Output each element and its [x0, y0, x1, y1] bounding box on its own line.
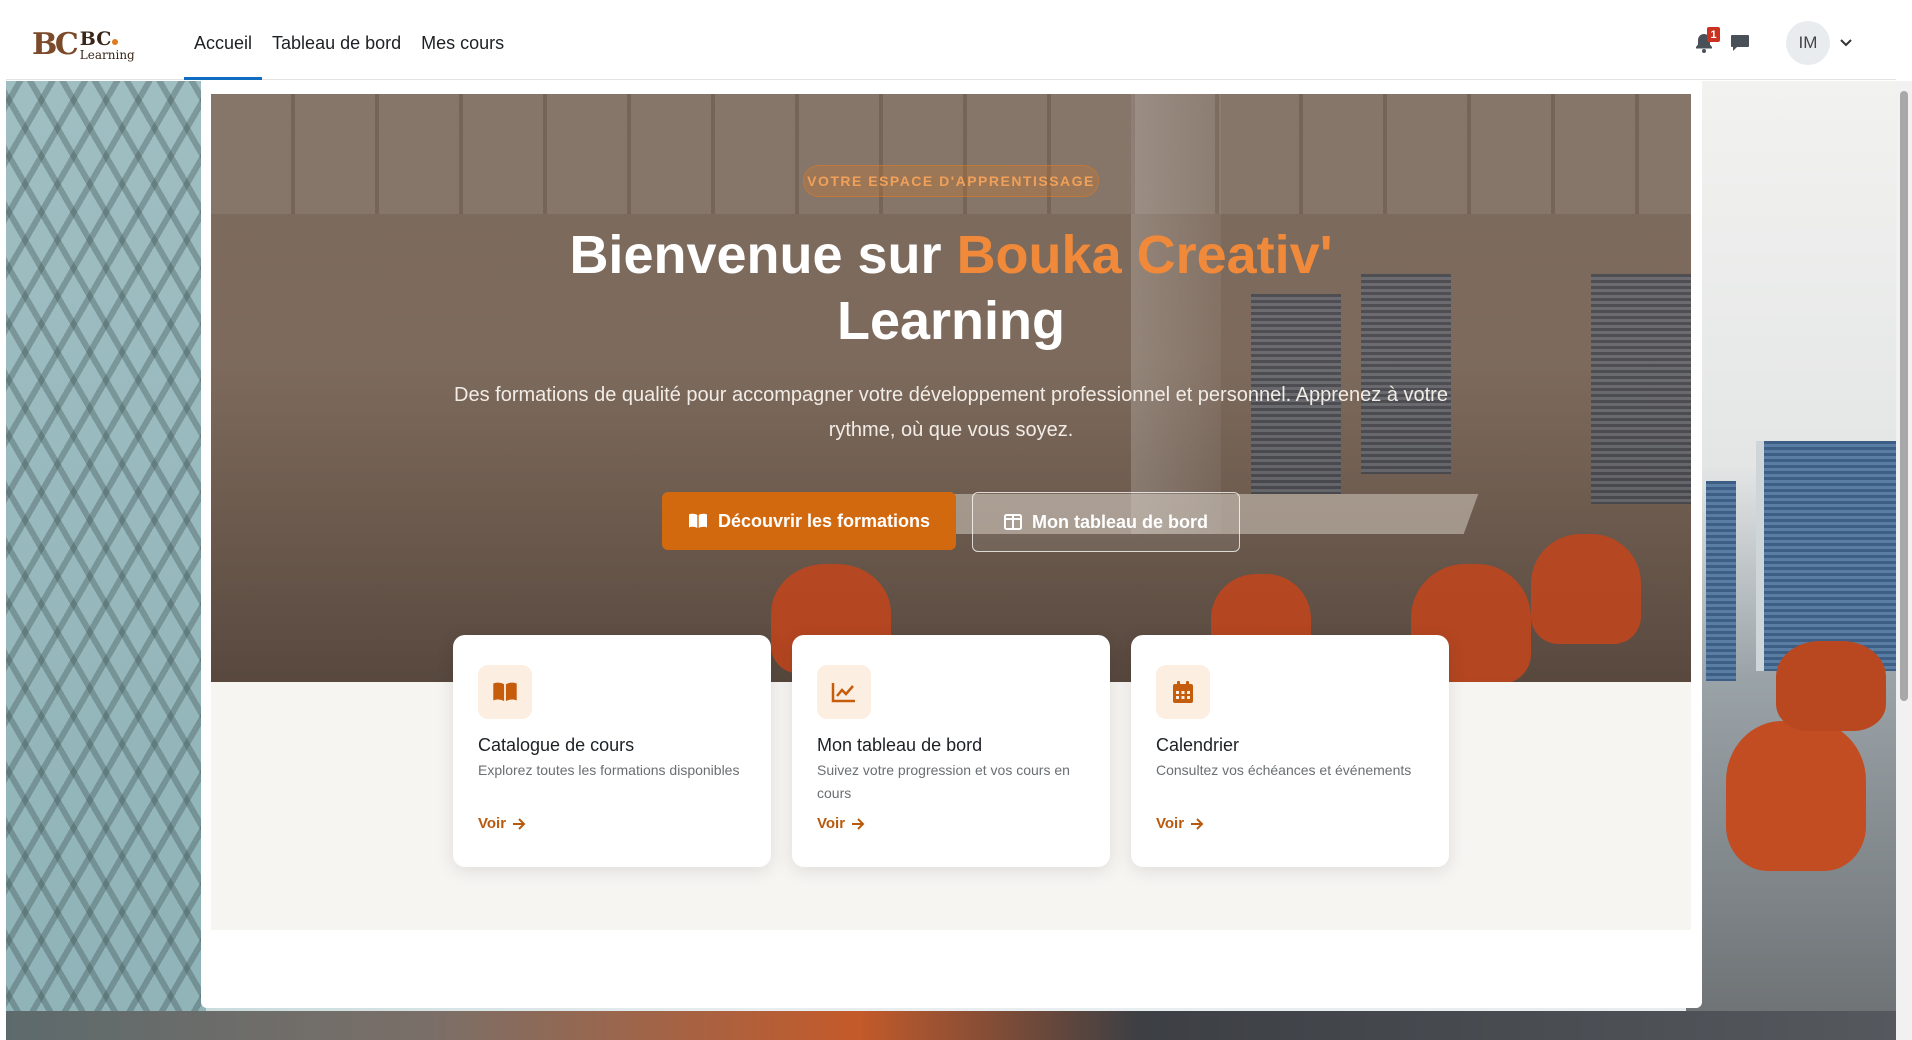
hero-title: Bienvenue sur Bouka Creativ' Learning	[211, 222, 1691, 354]
user-menu-area: 1 IM	[1686, 6, 1896, 80]
chair	[1776, 641, 1886, 731]
site-logo[interactable]: BC BC Learning	[32, 21, 142, 69]
my-dashboard-label: Mon tableau de bord	[1031, 511, 1208, 532]
columns-icon	[1003, 514, 1022, 530]
arrow-right-icon	[513, 817, 526, 830]
hero-banner: VOTRE ESPACE D'APPRENTISSAGE Bienvenue s…	[211, 94, 1691, 682]
card-title: Catalogue de cours	[478, 735, 635, 755]
card-description: Suivez votre progression et vos cours en…	[817, 762, 1070, 801]
card-title: Calendrier	[1156, 735, 1240, 755]
window-blinds	[1756, 441, 1896, 671]
chat-icon	[1731, 35, 1749, 51]
notification-badge: 1	[1707, 27, 1720, 42]
card-link-label: Voir	[817, 815, 846, 832]
card-link-label: Voir	[1156, 815, 1185, 832]
card-link-voir[interactable]: Voir	[478, 815, 526, 832]
office-background-right	[1686, 81, 1896, 1040]
chart-line-icon	[831, 683, 855, 703]
card-link-label: Voir	[478, 815, 507, 832]
card-icon-wrapper	[817, 665, 871, 719]
chair	[1726, 721, 1866, 871]
arrow-right-icon	[1191, 817, 1204, 830]
logo-mark: BC	[32, 27, 79, 62]
scrollbar-thumb[interactable]	[1900, 91, 1908, 701]
hero-chair	[1531, 534, 1641, 644]
logo-name: BC	[80, 29, 135, 49]
card-description: Explorez toutes les formations disponibl…	[478, 762, 740, 778]
logo-subtitle: Learning	[79, 47, 135, 62]
book-open-icon	[688, 513, 707, 528]
my-dashboard-button[interactable]: Mon tableau de bord	[972, 492, 1240, 552]
notifications-button[interactable]: 1	[1686, 25, 1722, 61]
main-content: VOTRE ESPACE D'APPRENTISSAGE Bienvenue s…	[201, 81, 1702, 1008]
hero-title-accent: Bouka Creativ'	[956, 225, 1333, 285]
messages-button[interactable]	[1722, 25, 1758, 61]
logo-text: BC Learning	[79, 29, 135, 62]
frosted-glass-panel	[6, 81, 206, 1040]
card-icon-wrapper	[478, 665, 532, 719]
card-catalogue[interactable]: Catalogue de cours Explorez toutes les f…	[453, 635, 771, 867]
card-calendar[interactable]: Calendrier Consultez vos échéances et év…	[1131, 635, 1449, 867]
hero-title-suffix: Learning	[836, 291, 1066, 351]
primary-navigation: Accueil Tableau de bord Mes cours	[184, 6, 514, 80]
nav-link-accueil[interactable]: Accueil	[184, 6, 263, 80]
window-blinds-small	[1706, 481, 1736, 681]
nav-link-mes-cours[interactable]: Mes cours	[411, 6, 514, 80]
chevron-down-icon[interactable]	[1840, 39, 1852, 47]
arrow-right-icon	[852, 817, 865, 830]
hero-subtitle: Des formations de qualité pour accompagn…	[454, 384, 1448, 441]
user-avatar[interactable]: IM	[1786, 21, 1830, 65]
book-open-icon	[493, 682, 517, 702]
card-icon-wrapper	[1156, 665, 1210, 719]
hero-title-prefix: Bienvenue sur	[569, 225, 957, 285]
calendar-icon	[1173, 681, 1193, 703]
card-link-voir[interactable]: Voir	[1156, 815, 1204, 832]
hero-tagline: VOTRE ESPACE D'APPRENTISSAGE	[803, 165, 1099, 197]
card-dashboard[interactable]: Mon tableau de bord Suivez votre progres…	[792, 635, 1110, 867]
card-link-voir[interactable]: Voir	[817, 815, 865, 832]
page-scrollbar[interactable]	[1896, 81, 1912, 1040]
discover-courses-button[interactable]: Découvrir les formations	[662, 492, 956, 550]
top-navbar: BC BC Learning Accueil Tableau de bord M…	[6, 6, 1896, 80]
floor-strip	[6, 1011, 1896, 1040]
card-title: Mon tableau de bord	[817, 735, 983, 755]
card-description: Consultez vos échéances et événements	[1156, 762, 1412, 778]
nav-link-tableau-de-bord[interactable]: Tableau de bord	[262, 6, 411, 80]
discover-courses-label: Découvrir les formations	[717, 510, 931, 531]
